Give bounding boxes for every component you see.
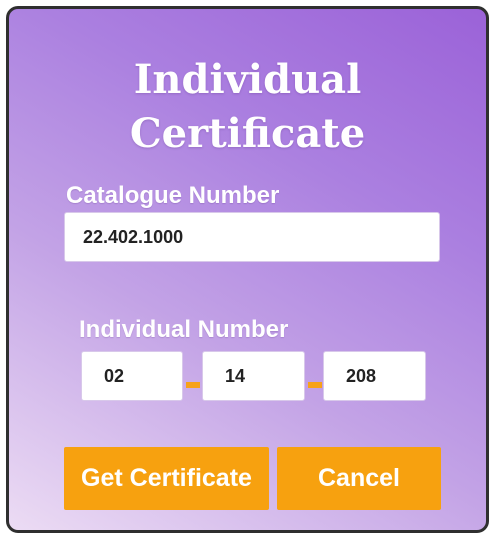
title-line-1: Individual (133, 56, 362, 103)
individual-number-segment-1[interactable] (81, 351, 183, 401)
title-line-2: Certificate (129, 110, 366, 157)
individual-number-segment-3[interactable] (323, 351, 426, 401)
segment-separator-dash (308, 382, 322, 388)
segment-separator-dash (186, 382, 200, 388)
individual-number-segment-2[interactable] (202, 351, 305, 401)
catalogue-number-label: Catalogue Number (66, 182, 280, 209)
get-certificate-button[interactable]: Get Certificate (64, 447, 269, 510)
cancel-button[interactable]: Cancel (277, 447, 441, 510)
catalogue-number-input[interactable] (64, 212, 440, 262)
certificate-dialog: Individual Certificate Catalogue Number … (6, 6, 489, 533)
individual-number-label: Individual Number (79, 316, 289, 343)
dialog-title: Individual Certificate (9, 53, 486, 161)
